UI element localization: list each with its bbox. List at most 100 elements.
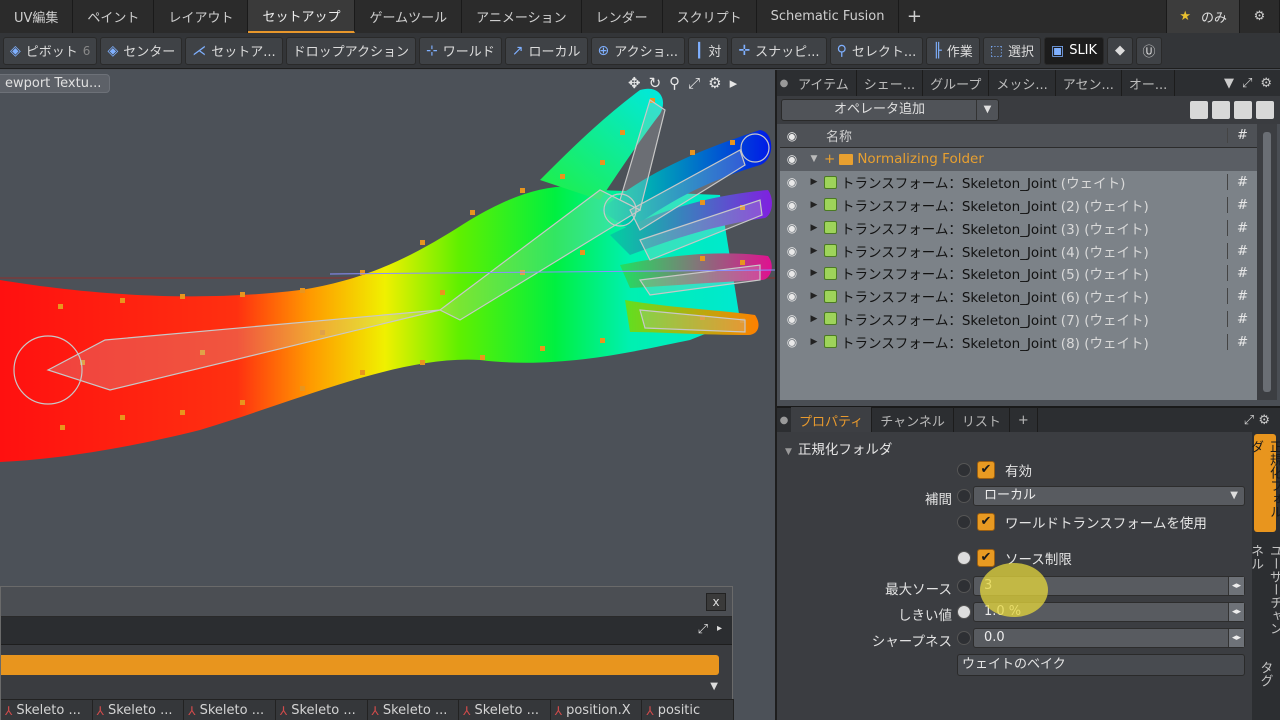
animate-dot-icon[interactable] (957, 579, 971, 593)
channel-column[interactable]: ⅄ positic (642, 700, 734, 720)
chevron-right-icon[interactable]: ▸ (730, 74, 738, 92)
item-list-scrollbar[interactable] (1257, 124, 1277, 400)
add-tab-button[interactable]: + (899, 0, 929, 33)
viewport-texture-label[interactable]: ewport Textu... (0, 74, 111, 93)
list-item[interactable]: ◉ ▶ トランスフォーム：Skeleton_Joint (7) (ウェイト) # (780, 308, 1257, 331)
expand-toggle-icon[interactable]: ▶ (804, 291, 824, 301)
graph-panel-titlebar[interactable]: x (1, 587, 732, 617)
toolbar-button[interactable]: ◈ ピボット 6 (3, 36, 98, 65)
section-header[interactable]: ▼ 正規化フォルダ (785, 438, 892, 458)
channel-column[interactable]: ⅄ Skeleto ... (276, 700, 368, 720)
toolbar-button[interactable]: ⚲ セレクト... (829, 36, 924, 65)
gear-icon[interactable]: ⚙ (1260, 76, 1272, 91)
favorites-filter[interactable]: ★ のみ (1166, 0, 1240, 33)
panel-grip-icon[interactable]: ● (777, 415, 791, 426)
channel-column[interactable]: ⅄ Skeleto ... (368, 700, 460, 720)
bake-weights-button[interactable]: ウェイトのベイク (957, 654, 1245, 676)
expand-icon[interactable]: ⤢ (1244, 413, 1254, 428)
eye-icon[interactable]: ◉ (780, 335, 804, 349)
expand-toggle-icon[interactable]: ▶ (804, 200, 824, 210)
animate-dot-icon[interactable] (957, 463, 971, 477)
list-item[interactable]: ◉ ▶ トランスフォーム：Skeleton_Joint (3) (ウェイト) # (780, 216, 1257, 239)
chevron-down-icon[interactable]: ▼ (1224, 76, 1234, 91)
rotate-view-icon[interactable]: ↻ (649, 74, 662, 92)
collapse-icon[interactable] (1234, 101, 1252, 119)
layout-tab[interactable]: UV編集 (0, 0, 74, 33)
layout-tab[interactable]: アニメーション (462, 0, 582, 33)
timeline-bar[interactable] (1, 655, 719, 675)
layout-tab[interactable]: レンダー (582, 0, 663, 33)
chevron-down-icon[interactable]: ▼ (976, 100, 998, 120)
channel-column[interactable]: ⅄ Skeleto ... (93, 700, 185, 720)
properties-tab[interactable]: チャンネル (872, 407, 954, 433)
expand-toggle-icon[interactable]: ▼ (804, 154, 824, 164)
filter-icon[interactable] (1256, 101, 1274, 119)
list-item[interactable]: ◉ ▶ トランスフォーム：Skeleton_Joint (ウェイト) # (780, 171, 1257, 194)
layout-tab[interactable]: ゲームツール (355, 0, 463, 33)
channel-column[interactable]: ⅄ position.X (551, 700, 643, 720)
animate-dot-icon[interactable] (957, 551, 971, 565)
toolbar-button[interactable]: ▣ SLIK (1043, 36, 1105, 65)
eye-icon[interactable]: ◉ (780, 198, 804, 212)
toolbar-button[interactable]: ⊹ ワールド (419, 36, 502, 65)
layout-tab[interactable]: レイアウト (154, 0, 249, 33)
toolbar-button[interactable]: ┃ 対 (687, 36, 729, 65)
expand-icon[interactable]: ⤢ (698, 622, 708, 637)
expand-toggle-icon[interactable]: ▶ (804, 177, 824, 187)
toolbar-button[interactable]: ↗ ローカル (504, 36, 588, 65)
layout-tab[interactable]: スクリプト (663, 0, 757, 33)
item-list-tab[interactable]: アイテム (791, 70, 857, 96)
3d-viewport[interactable]: ewport Textu... ✥ ↻ ⚲ ⤢ ⚙ ▸ x ⤢ ▸ ▼ ⅄ Skeleto … (0, 70, 775, 720)
world-transform-checkbox[interactable]: ✔ (977, 513, 995, 531)
gear-icon[interactable]: ⚙ (1258, 413, 1270, 428)
scroll-thumb[interactable] (1263, 132, 1271, 392)
eye-icon[interactable]: ◉ (780, 266, 804, 280)
chevron-down-icon[interactable]: ▼ (710, 681, 718, 692)
source-limit-checkbox[interactable]: ✔ (977, 549, 995, 567)
list-item[interactable]: ◉ ▶ トランスフォーム：Skeleton_Joint (4) (ウェイト) # (780, 239, 1257, 262)
toolbar-button[interactable]: ⬚ 選択 (982, 36, 1041, 65)
eye-icon[interactable]: ◉ (780, 221, 804, 235)
toolbar-button[interactable]: ⊕ アクショ... (590, 36, 685, 65)
spinner-icon[interactable]: ◂▸ (1228, 629, 1244, 647)
spinner-icon[interactable]: ◂▸ (1228, 577, 1244, 595)
zoom-view-icon[interactable]: ⚲ (669, 74, 680, 92)
expand-toggle-icon[interactable]: ▶ (804, 314, 824, 324)
header-name[interactable]: 名称 (826, 126, 1227, 145)
expand-toggle-icon[interactable]: ▶ (804, 268, 824, 278)
eye-icon[interactable]: ◉ (780, 312, 804, 326)
side-tab[interactable]: ユーザーチャンネル (1248, 538, 1280, 648)
item-list-tab[interactable]: シェー... (857, 70, 924, 96)
properties-tab[interactable]: プロパティ (791, 407, 873, 433)
eye-icon[interactable]: ◉ (780, 129, 804, 143)
eye-icon[interactable]: ◉ (780, 175, 804, 189)
channel-column[interactable]: ⅄ Skeleto ... (459, 700, 551, 720)
animate-dot-icon[interactable] (957, 515, 971, 529)
expand-toggle-icon[interactable]: ▶ (804, 246, 824, 256)
list-mode-icon[interactable] (1190, 101, 1208, 119)
add-operator-button[interactable]: オペレータ追加 ▼ (781, 99, 999, 121)
gear-icon[interactable]: ⚙ (1240, 0, 1280, 33)
toolbar-button[interactable]: ✛ スナッピ... (731, 36, 827, 65)
add-tab-button[interactable]: + (1010, 407, 1038, 433)
list-item[interactable]: ◉ ▶ トランスフォーム：Skeleton_Joint (5) (ウェイト) # (780, 262, 1257, 285)
animate-dot-icon[interactable] (957, 489, 971, 503)
layout-tab[interactable]: Schematic Fusion (757, 0, 900, 33)
properties-tab[interactable]: リスト (954, 407, 1010, 433)
eye-icon[interactable]: ◉ (780, 244, 804, 258)
item-list-tab[interactable]: オー... (1122, 70, 1176, 96)
expand-toggle-icon[interactable]: ▶ (804, 223, 824, 233)
close-icon[interactable]: x (706, 593, 726, 611)
grid-mode-icon[interactable] (1212, 101, 1230, 119)
item-list-tab[interactable]: グループ (923, 70, 990, 96)
eye-icon[interactable]: ◉ (780, 289, 804, 303)
panel-grip-icon[interactable]: ● (777, 78, 791, 89)
list-item-folder[interactable]: ◉ ▼ + Normalizing Folder (780, 148, 1257, 171)
maximize-icon[interactable]: ⤢ (688, 74, 700, 92)
chevron-right-icon[interactable]: ▸ (717, 623, 722, 634)
list-item[interactable]: ◉ ▶ トランスフォーム：Skeleton_Joint (2) (ウェイト) # (780, 194, 1257, 217)
move-view-icon[interactable]: ✥ (628, 74, 641, 92)
channel-column[interactable]: ⅄ Skeleto ... (1, 700, 93, 720)
list-item[interactable]: ◉ ▶ トランスフォーム：Skeleton_Joint (6) (ウェイト) # (780, 285, 1257, 308)
unity-icon[interactable]: ◆ (1107, 36, 1134, 65)
